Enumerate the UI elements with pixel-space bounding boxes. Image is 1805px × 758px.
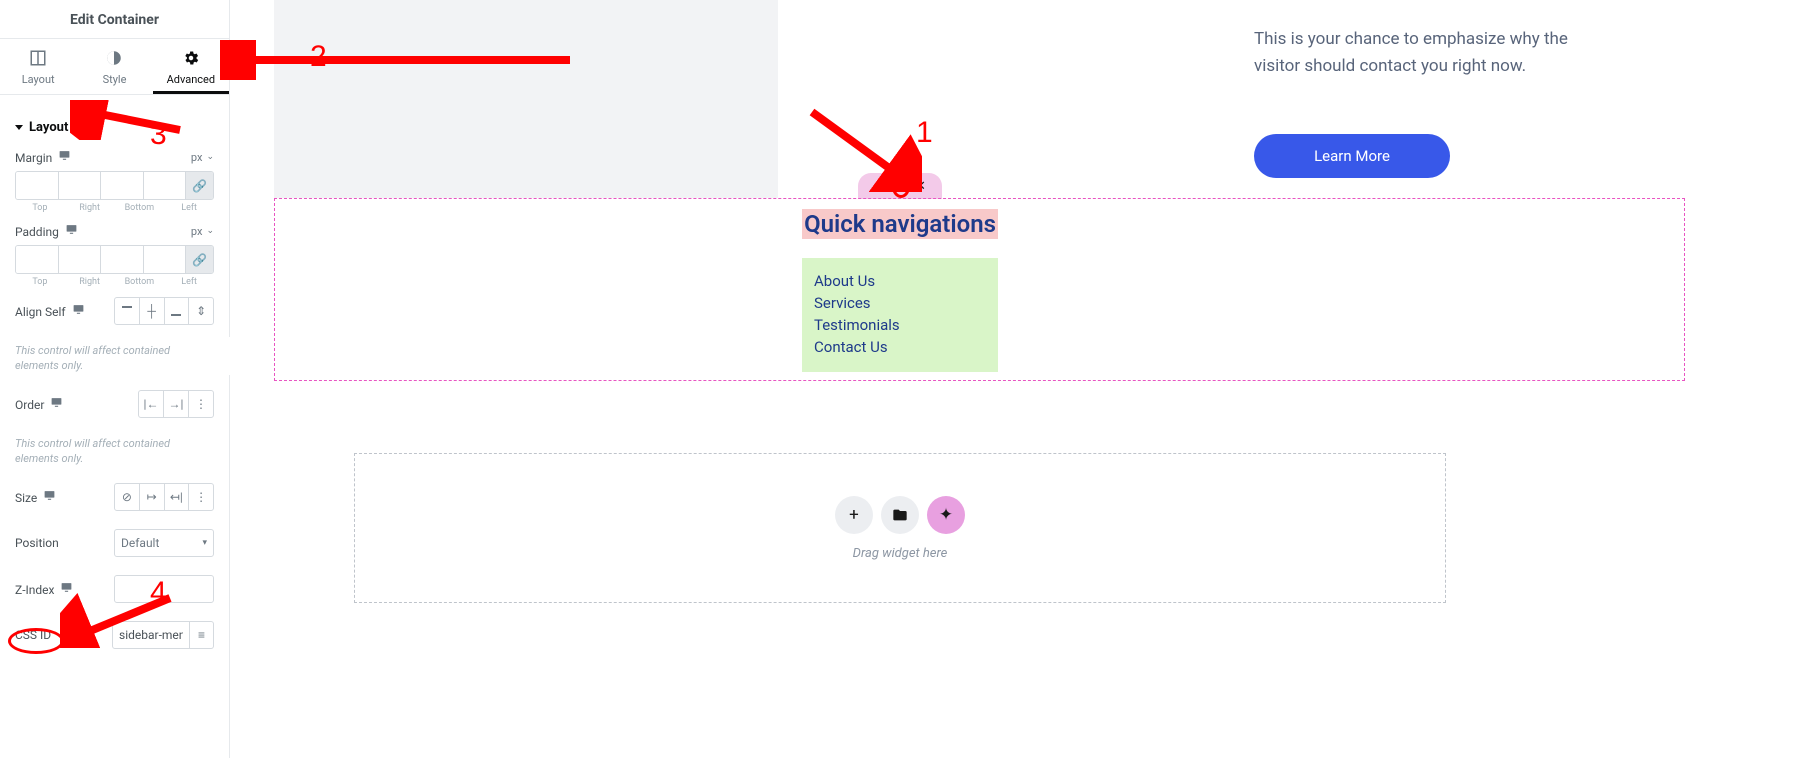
ai-icon[interactable]: ✦ (927, 496, 965, 534)
editor-canvas: This is your chance to emphasize why the… (230, 0, 1805, 758)
lbl-right: Right (65, 203, 115, 213)
size-none[interactable]: ⊘ (115, 484, 140, 510)
align-stretch[interactable]: ⇕ (189, 298, 213, 324)
align-end[interactable] (165, 298, 190, 324)
desktop-icon[interactable] (60, 581, 73, 594)
tab-advanced[interactable]: Advanced (153, 39, 229, 94)
position-select[interactable]: Default▾ (114, 529, 214, 557)
margin-link-icon[interactable]: 🔗 (186, 172, 213, 199)
nav-contact[interactable]: Contact Us (814, 338, 986, 356)
annotation-oval-4 (8, 628, 64, 654)
cssid-input[interactable] (112, 621, 190, 649)
size-shrink[interactable]: ↤| (165, 484, 190, 510)
padding-unit[interactable]: px⌄ (191, 225, 214, 238)
section-layout-toggle[interactable]: Layout (15, 110, 214, 149)
margin-inputs: 🔗 (15, 171, 214, 200)
add-icon[interactable]: + (874, 179, 881, 194)
lbl-top2: Top (15, 277, 65, 287)
nav-testimonials[interactable]: Testimonials (814, 316, 986, 334)
margin-label: Margin (15, 149, 71, 165)
annotation-oval-1 (892, 176, 910, 198)
tab-style[interactable]: Style (76, 39, 152, 94)
order-label: Order (15, 396, 63, 412)
desktop-icon[interactable] (65, 223, 78, 236)
size-grow[interactable]: ↦ (140, 484, 165, 510)
margin-bottom[interactable] (101, 172, 144, 199)
order-options: |← →| ⋮ (138, 390, 214, 418)
position-label: Position (15, 536, 59, 550)
padding-link-icon[interactable]: 🔗 (186, 246, 213, 273)
annotation-1: 1 (916, 116, 933, 150)
margin-top[interactable] (16, 172, 59, 199)
desktop-icon[interactable] (58, 149, 71, 162)
order-more[interactable]: ⋮ (189, 391, 213, 417)
caret-down-icon (15, 125, 23, 130)
padding-right[interactable] (59, 246, 102, 273)
add-widget-icon[interactable]: + (835, 496, 873, 534)
size-label: Size (15, 489, 56, 505)
help-text-2: This control will affect contained eleme… (15, 436, 214, 467)
tab-style-label: Style (103, 73, 127, 86)
desktop-icon[interactable] (72, 303, 85, 316)
promo-text[interactable]: This is your chance to emphasize why the… (1254, 26, 1574, 80)
desktop-icon[interactable] (43, 489, 56, 502)
close-icon[interactable]: ✕ (915, 179, 926, 194)
zindex-label: Z-Index (15, 581, 73, 597)
style-icon (105, 49, 123, 67)
padding-top[interactable] (16, 246, 59, 273)
padding-inputs: 🔗 (15, 245, 214, 274)
section-layout-label: Layout (29, 120, 68, 135)
alignself-options: ┼ ⇕ (114, 297, 214, 325)
layout-icon (29, 49, 47, 67)
padding-left[interactable] (144, 246, 187, 273)
folder-icon[interactable] (881, 496, 919, 534)
drag-hint: Drag widget here (853, 546, 948, 561)
nav-about[interactable]: About Us (814, 272, 986, 290)
gear-icon (182, 49, 200, 67)
desktop-icon[interactable] (50, 396, 63, 409)
tab-advanced-label: Advanced (167, 73, 215, 86)
quick-nav-heading[interactable]: Quick navigations (802, 209, 998, 239)
margin-left[interactable] (144, 172, 187, 199)
learn-more-button[interactable]: Learn More (1254, 134, 1450, 178)
align-center[interactable]: ┼ (140, 298, 165, 324)
order-end[interactable]: →| (164, 391, 189, 417)
margin-right[interactable] (59, 172, 102, 199)
lbl-bottom2: Bottom (115, 277, 165, 287)
dynamic-icon[interactable]: ≡ (190, 621, 214, 649)
size-options: ⊘ ↦ ↤| ⋮ (114, 483, 214, 511)
lbl-top: Top (15, 203, 65, 213)
tab-layout-label: Layout (22, 73, 55, 86)
quick-nav-list[interactable]: About Us Services Testimonials Contact U… (802, 258, 998, 372)
lbl-right2: Right (65, 277, 115, 287)
align-start[interactable] (115, 298, 140, 324)
alignself-label: Align Self (15, 303, 85, 319)
tab-layout[interactable]: Layout (0, 39, 76, 94)
size-more[interactable]: ⋮ (189, 484, 213, 510)
panel-title: Edit Container (0, 0, 229, 38)
lbl-bottom: Bottom (115, 203, 165, 213)
lbl-left2: Left (164, 277, 214, 287)
widget-dropzone[interactable]: + ✦ Drag widget here (354, 453, 1446, 603)
nav-services[interactable]: Services (814, 294, 986, 312)
padding-label: Padding (15, 223, 78, 239)
padding-bottom[interactable] (101, 246, 144, 273)
zindex-input[interactable] (114, 575, 214, 603)
image-placeholder[interactable] (274, 0, 778, 198)
order-start[interactable]: |← (139, 391, 164, 417)
lbl-left: Left (164, 203, 214, 213)
help-text-1: This control will affect contained eleme… (15, 343, 214, 374)
margin-unit[interactable]: px⌄ (191, 151, 214, 164)
panel-tabs: Layout Style Advanced (0, 38, 229, 95)
